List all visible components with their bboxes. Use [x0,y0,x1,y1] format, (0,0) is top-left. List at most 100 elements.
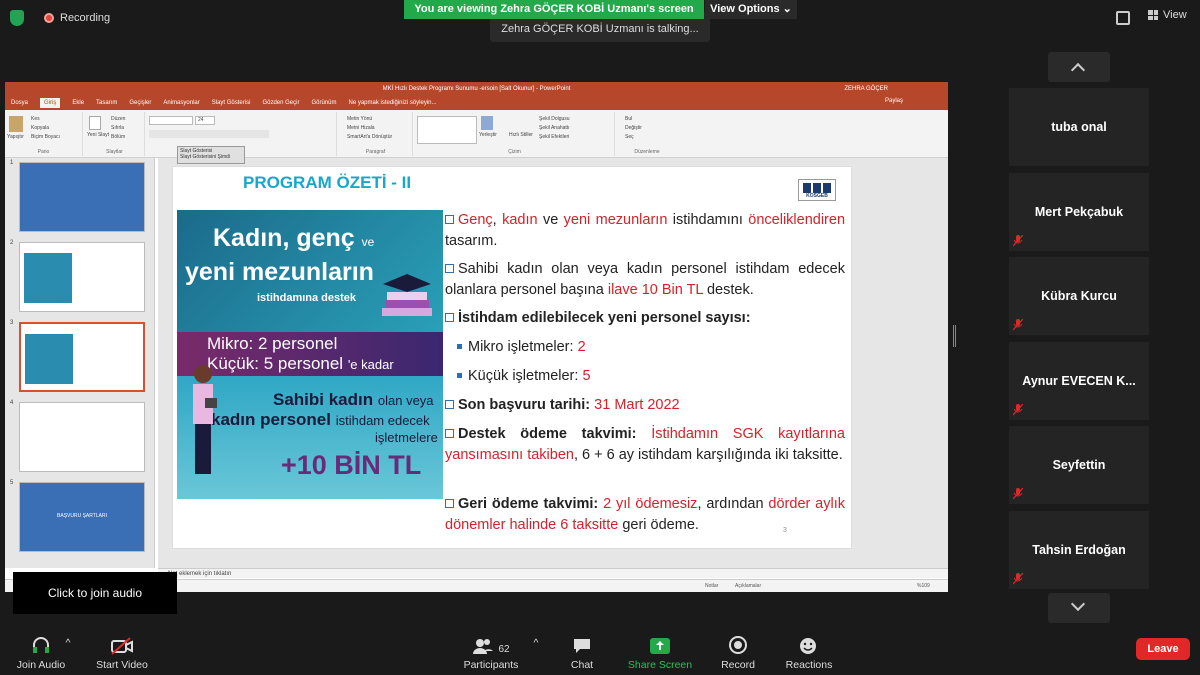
ppt-title-bar: MKİ Hızlı Destek Programı Sunumu -ersoin… [5,82,948,96]
sub-bullet-icon [457,344,462,349]
slideshow-tooltip: Slayt Gösterisi Slayt Gösterisini Şimdi [177,146,245,164]
slide-thumbnail-3[interactable] [19,322,145,392]
notes-pane[interactable]: Not eklemek için tıklatın [158,568,948,578]
muted-mic-icon [1013,319,1023,331]
gallery-up-button[interactable] [1048,52,1110,82]
format-painter-button[interactable]: Biçim Boyacı [31,134,60,140]
participant-tile[interactable]: Tahsin Erdoğan [1008,509,1150,590]
reset-button[interactable]: Sıfırla [111,125,124,131]
ppt-menu-item[interactable]: Giriş [40,98,61,108]
meeting-controls: Join Audio ^ Start Video 62 Participants… [0,627,1200,675]
ppt-ribbon: Yapıştır Kes Kopyala Biçim Boyacı Pano Y… [5,110,948,158]
comments-toggle[interactable]: Açıklamalar [735,583,761,589]
leave-button[interactable]: Leave [1136,638,1190,660]
participant-tile[interactable]: Aynur EVECEN K... [1008,340,1150,421]
security-shield-icon[interactable] [10,10,24,26]
bullet-square-icon [445,313,454,322]
share-screen-label: Share Screen [627,659,693,671]
slide-thumbnail-4[interactable] [19,402,145,472]
participant-name: Mert Pekçabuk [1034,204,1124,219]
paste-icon[interactable] [9,116,23,132]
chevron-down-icon: ⌄ [782,3,792,15]
layout-button[interactable]: Düzen [111,116,125,122]
ppt-menu-item[interactable]: Tasarım [96,100,117,106]
cut-button[interactable]: Kes [31,116,40,122]
zoom-level[interactable]: %109 [917,583,930,589]
shapes-gallery[interactable] [417,116,477,144]
text-direction-button[interactable]: Metin Yönü [347,116,372,122]
gallery-down-button[interactable] [1048,593,1110,623]
join-audio-button[interactable]: Join Audio [14,633,68,671]
panel-resize-handle[interactable] [953,325,956,347]
participants-options-caret[interactable]: ^ [530,637,542,649]
start-video-button[interactable]: Start Video [92,633,152,671]
muted-mic-icon [1013,403,1023,415]
ppt-menu-item[interactable]: Gözden Geçir [262,100,299,106]
chevron-up-icon: ^ [533,637,539,649]
shape-effects-button[interactable]: Şekil Efektleri [539,134,569,140]
group-label-cizim: Çizim [508,149,521,155]
participant-gallery: tuba onal Mert Pekçabuk Kübra Kurcu Aynur E… [1008,50,1150,625]
notes-toggle[interactable]: Notlar [705,583,718,589]
arrange-label[interactable]: Yerleştir [479,132,497,138]
sub-bullet-icon [457,373,462,378]
graphic-isletmelere: işletmelere [375,430,438,445]
participant-tile[interactable]: tuba onal [1008,87,1150,167]
graphic-line3: istihdamına destek [257,292,357,304]
font-format-buttons[interactable] [149,130,269,138]
bullet-2: Sahibi kadın olan veya kadın personel is… [445,261,845,298]
fullscreen-icon[interactable] [1116,11,1130,25]
ppt-menu-item[interactable]: Dosya [11,100,28,106]
copy-button[interactable]: Kopyala [31,125,49,131]
headphones-icon [33,637,49,653]
shape-fill-button[interactable]: Şekil Dolgusu [539,116,570,122]
align-text-button[interactable]: Metni Hizala [347,125,375,131]
ppt-share-button[interactable]: Paylaş [885,98,903,104]
recording-indicator[interactable]: Recording [38,8,118,28]
section-button[interactable]: Bölüm [111,134,125,140]
paste-label[interactable]: Yapıştır [7,134,24,140]
chat-button[interactable]: Chat [562,633,602,671]
chat-bubble-icon [574,639,590,653]
slide-thumbnail-1[interactable] [19,162,145,232]
record-button[interactable]: Record [716,633,760,671]
participants-button[interactable]: 62 Participants [460,633,522,671]
find-button[interactable]: Bul [625,116,632,122]
arrange-icon[interactable] [481,116,493,130]
ppt-menu-item[interactable]: Görünüm [311,100,336,106]
participant-tile[interactable]: Mert Pekçabuk [1008,171,1150,252]
font-name-field[interactable] [149,116,193,125]
reactions-label: Reactions [785,659,833,671]
graphic-line2: yeni mezunların [185,258,374,286]
ppt-menu-item[interactable]: Animasyonlar [163,100,199,106]
ppt-menu-item[interactable]: Slayt Gösterisi [212,100,251,106]
font-size-field[interactable]: 24 [195,116,215,125]
participant-tile[interactable]: Kübra Kurcu [1008,256,1150,336]
bullet-1: Genç, kadın ve yeni mezunların istihdamı… [445,212,846,249]
record-label: Record [721,659,755,671]
bullet-4: Mikro işletmeler: 2 [445,337,845,358]
share-screen-button[interactable]: Share Screen [622,633,698,671]
select-button[interactable]: Seç [625,134,634,140]
slide-thumbnail-5[interactable]: BAŞVURU ŞARTLARI [19,482,145,552]
view-options-button[interactable]: View Options ⌄ [705,0,797,19]
ppt-menu-item[interactable]: Geçişler [129,100,151,106]
quick-styles-label[interactable]: Hızlı Stiller [509,132,533,138]
smartart-button[interactable]: SmartArt'a Dönüştür [347,134,392,140]
slide-thumbnail-2[interactable] [19,242,145,312]
participants-icon [473,639,494,654]
ppt-menu-item[interactable]: Ne yapmak istediğinizi söyleyin... [348,100,436,106]
new-slide-icon[interactable] [89,116,101,130]
record-dot-icon [44,13,54,23]
ppt-menu-item[interactable]: Ekle [72,100,84,106]
replace-button[interactable]: Değiştir [625,125,642,131]
audio-options-caret[interactable]: ^ [62,637,74,649]
new-slide-label[interactable]: Yeni Slayt [87,132,109,138]
start-video-label: Start Video [96,659,148,671]
shape-outline-button[interactable]: Şekil Anahattı [539,125,570,131]
participant-tile[interactable]: Seyfettin [1008,425,1150,505]
businesswoman-illustration [193,365,217,474]
view-button[interactable]: View [1148,9,1187,21]
reactions-button[interactable]: Reactions [782,633,836,671]
smiley-icon [800,638,816,654]
